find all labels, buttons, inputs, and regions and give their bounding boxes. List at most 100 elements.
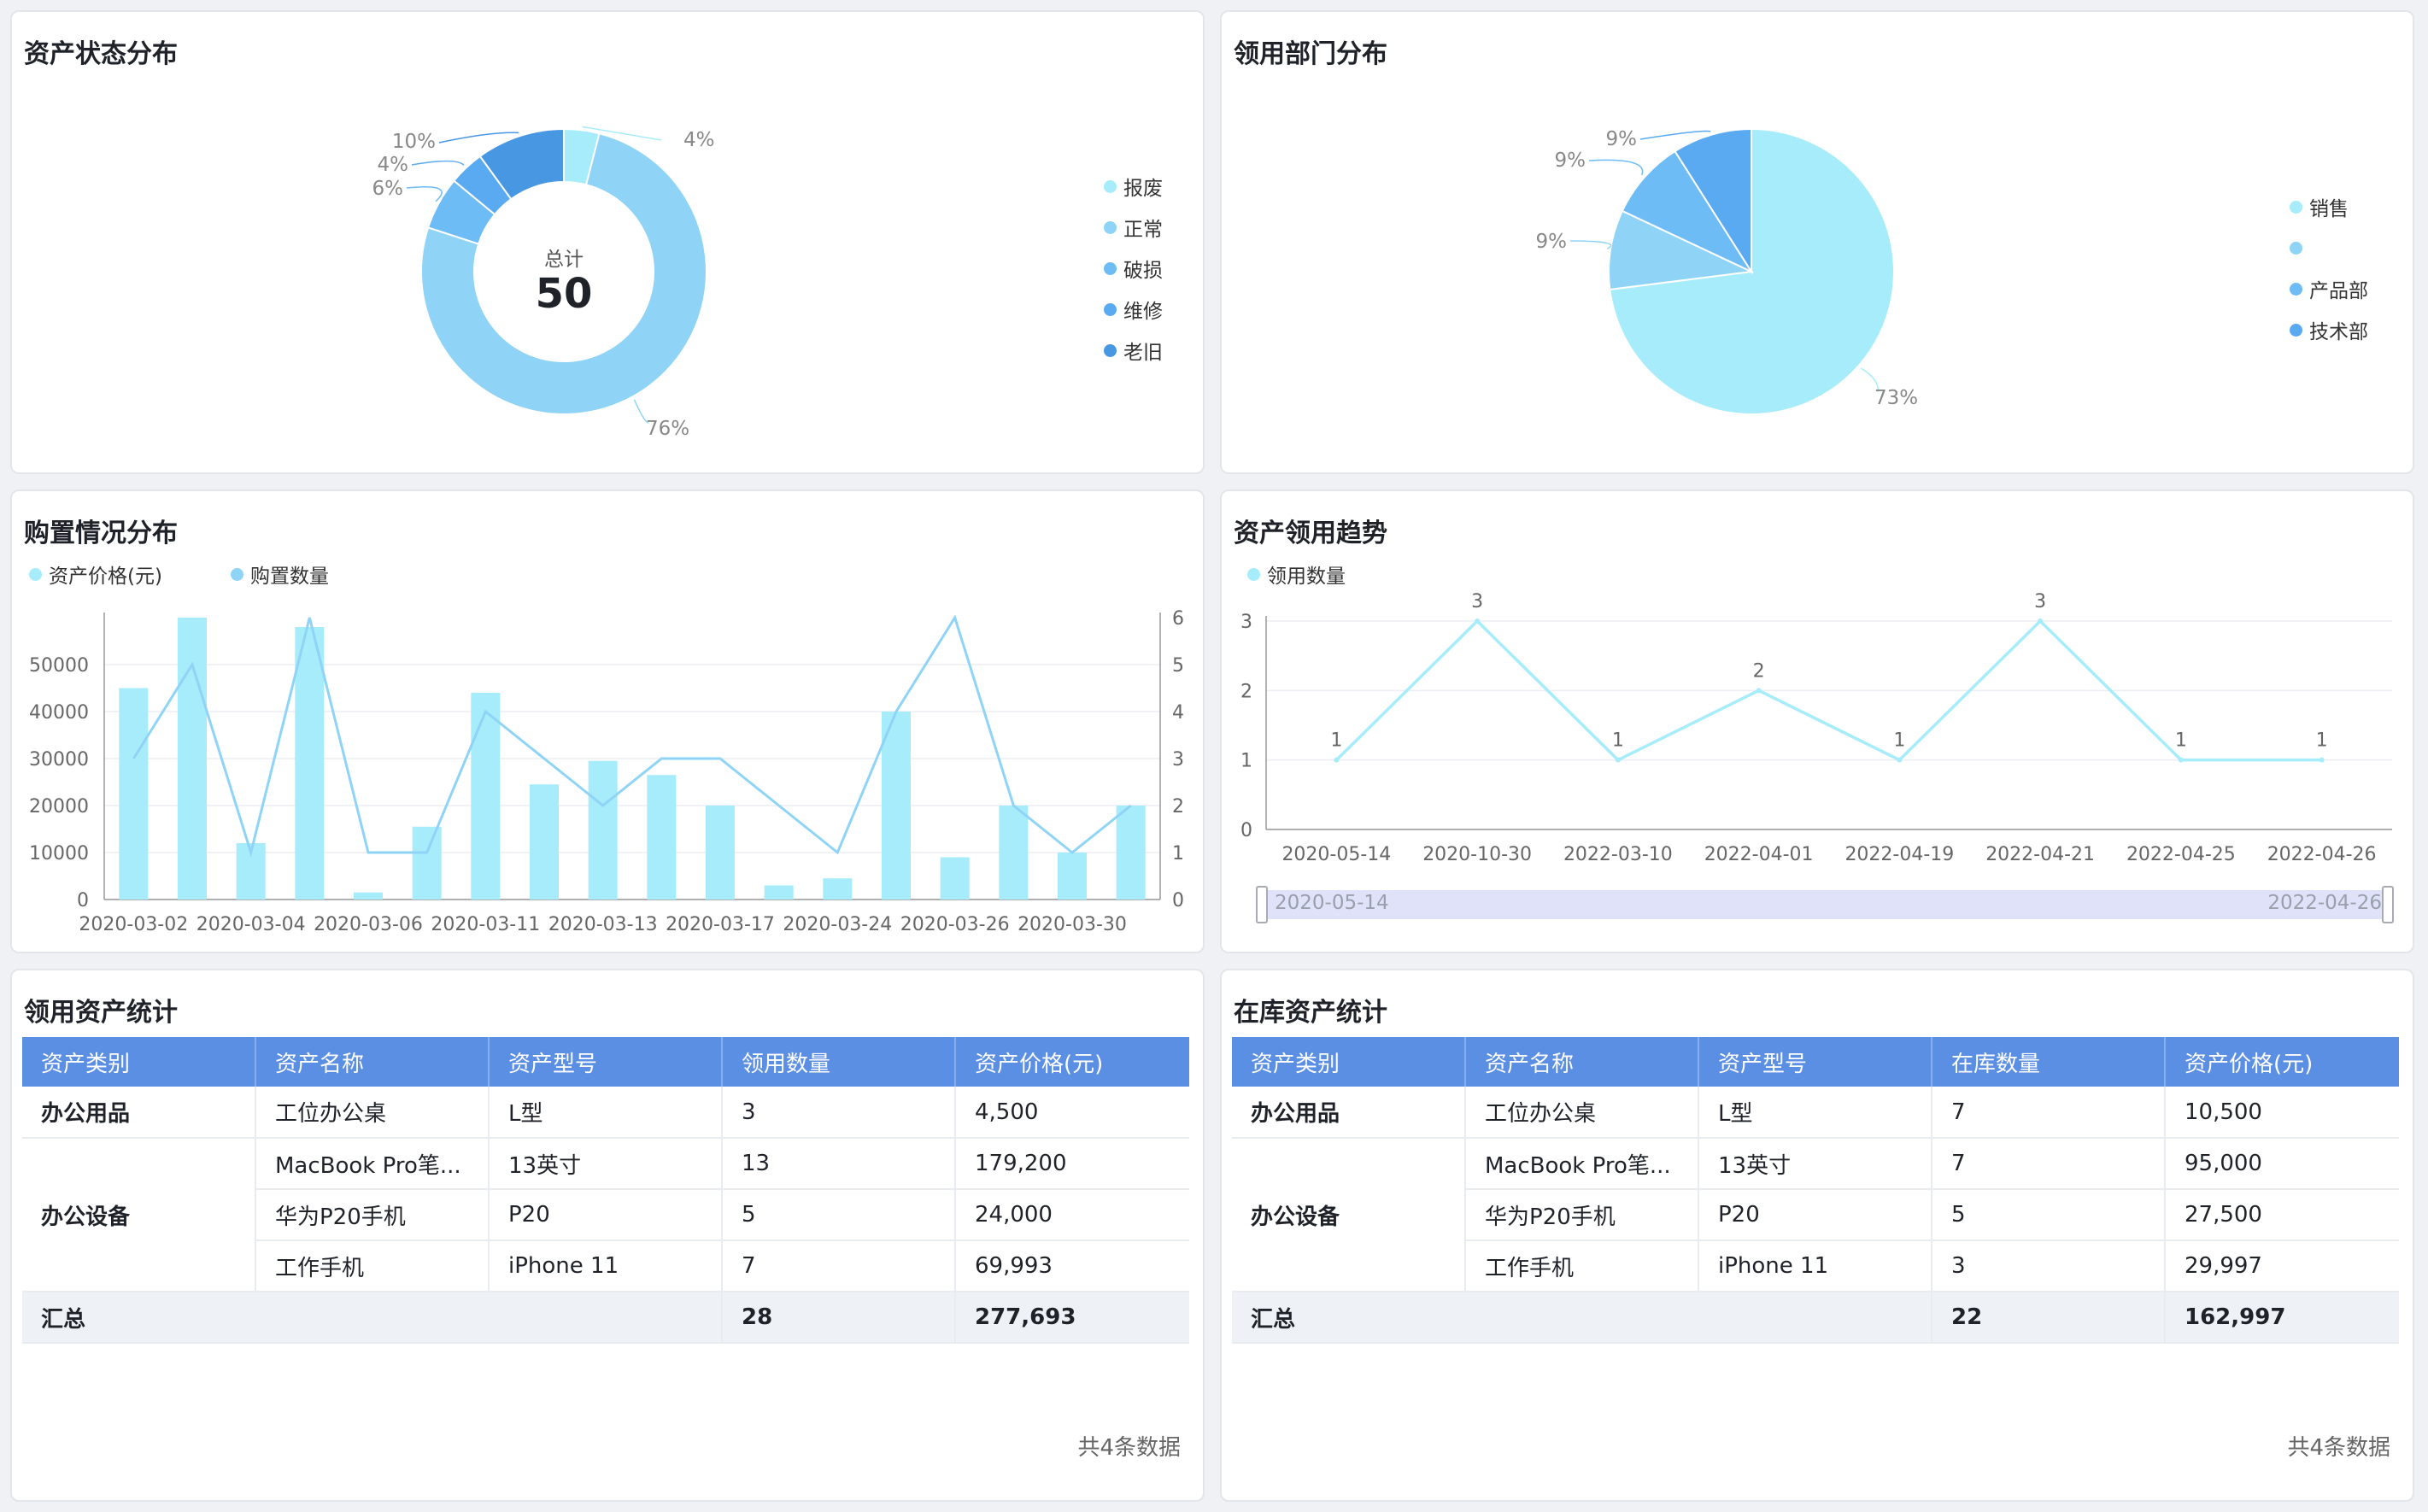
x-tick-label: 2022-04-01 [1704, 844, 1814, 865]
legend-item[interactable] [2290, 227, 2368, 268]
pie-data-label: 4% [378, 154, 409, 176]
data-point[interactable] [1615, 757, 1621, 763]
col-header[interactable]: 领用数量 [722, 1037, 956, 1087]
legend-item[interactable]: 维修 [1104, 289, 1163, 330]
col-header[interactable]: 资产型号 [489, 1037, 723, 1087]
x-tick-label: 2020-03-13 [548, 914, 658, 935]
cell-price: 27,500 [2165, 1189, 2399, 1241]
col-header[interactable]: 资产类别 [22, 1037, 256, 1087]
asset-status-donut-chart[interactable]: 4%76%6%4%10% [12, 12, 1205, 474]
purchase-combo-chart[interactable]: 0 10000 20000 30000 40000 50000 0 1 2 3 4 5 6 2020-03… [12, 491, 1205, 953]
legend-label: 破损 [1123, 260, 1163, 282]
pie-data-label: 76% [646, 418, 689, 440]
col-header[interactable]: 在库数量 [1932, 1037, 2166, 1087]
table-row[interactable]: 办公设备 MacBook Pro笔... 13英寸 7 95,000 [1232, 1138, 2399, 1292]
x-tick-label: 2022-04-26 [2267, 844, 2377, 865]
bar[interactable] [119, 688, 149, 900]
issued-table-count: 共4条数据 [1077, 1435, 1181, 1461]
y-left-tick-label: 20000 [29, 796, 89, 818]
cell-name: 工作手机 [1465, 1240, 1699, 1292]
cell-name: 工位办公桌 [1465, 1087, 1699, 1139]
legend-dot [1104, 220, 1117, 234]
col-header[interactable]: 资产型号 [1698, 1037, 1932, 1087]
cell-name: 工位办公桌 [255, 1087, 490, 1139]
bar[interactable] [1058, 853, 1087, 900]
col-header[interactable]: 资产价格(元) [2165, 1037, 2399, 1087]
bar[interactable] [588, 760, 618, 900]
zoom-slider-right-handle[interactable] [2382, 886, 2394, 923]
legend-item[interactable]: 破损 [1104, 248, 1163, 289]
x-tick-label: 2020-03-17 [666, 914, 775, 935]
cell-qty: 7 [1932, 1087, 2166, 1139]
legend-item[interactable]: 产品部 [2290, 268, 2368, 309]
data-point[interactable] [2038, 618, 2044, 624]
col-header[interactable]: 资产名称 [255, 1037, 490, 1087]
y-left-tick-label: 30000 [29, 749, 89, 771]
y-tick-label: 3 [1240, 612, 1252, 633]
data-label: 3 [1471, 591, 1483, 612]
data-point[interactable] [1475, 618, 1481, 624]
bar[interactable] [530, 784, 559, 900]
line-series [132, 614, 1132, 858]
bar[interactable] [940, 857, 970, 900]
legend-item[interactable]: 正常 [1104, 207, 1163, 248]
pie-data-label: 6% [372, 178, 404, 200]
bar[interactable] [354, 892, 383, 900]
zoom-slider-left-handle[interactable] [1256, 886, 1268, 923]
table-row[interactable]: 办公用品 工位办公桌 L型 7 10,500 [1232, 1087, 2399, 1139]
dept-pie-chart[interactable]: 73% 9% 9% 9% [1222, 12, 2414, 474]
col-header[interactable]: 资产名称 [1465, 1037, 1699, 1087]
cell-category: 办公设备 [1232, 1138, 1466, 1292]
data-label: 1 [1330, 730, 1342, 752]
x-tick-label: 2022-04-21 [1985, 844, 2095, 865]
bar[interactable] [471, 693, 501, 900]
data-label: 3 [2034, 591, 2046, 612]
cell-price: 29,997 [2165, 1240, 2399, 1292]
bar[interactable] [764, 885, 794, 900]
bar[interactable] [1116, 806, 1146, 900]
bar[interactable] [823, 878, 853, 900]
total-price: 162,997 [2165, 1292, 2399, 1344]
bar[interactable] [647, 775, 677, 900]
col-header[interactable]: 资产价格(元) [955, 1037, 1189, 1087]
legend-item[interactable]: 销售 [2290, 186, 2368, 227]
table-row[interactable]: 办公设备 MacBook Pro笔... 13英寸 13 179,200 [22, 1138, 1189, 1292]
table-row[interactable]: 办公用品 工位办公桌 L型 3 4,500 [22, 1087, 1189, 1139]
zoom-slider[interactable] [1261, 890, 2387, 919]
bar[interactable] [999, 806, 1029, 900]
y-left-tick-label: 40000 [29, 702, 89, 724]
data-point[interactable] [1897, 757, 1903, 763]
legend-item[interactable]: 技术部 [2290, 309, 2368, 350]
data-label: 1 [2175, 730, 2187, 752]
x-tick-label: 2020-05-14 [1281, 844, 1391, 865]
legend-dot [2290, 323, 2302, 337]
bar[interactable] [882, 712, 911, 900]
bar[interactable] [706, 806, 735, 900]
bar[interactable] [178, 618, 207, 900]
pie-data-label: 9% [1555, 149, 1586, 172]
x-tick-label: 2022-04-19 [1844, 844, 1954, 865]
legend-item[interactable]: 报废 [1104, 166, 1163, 207]
y-left-tick-label: 0 [77, 890, 89, 911]
cell-price: 69,993 [955, 1240, 1189, 1292]
trend-line-chart[interactable]: 0 1 2 3 1 3 1 2 1 3 1 1 2020-05-14 2020-10-30 2022-03-… [1222, 491, 2414, 953]
bar[interactable] [295, 627, 325, 900]
col-header[interactable]: 资产类别 [1232, 1037, 1466, 1087]
bar[interactable] [412, 826, 442, 900]
data-point[interactable] [1334, 757, 1340, 763]
data-label: 1 [2316, 730, 2328, 752]
asset-status-legend: 报废 正常 破损 维修 老旧 [1104, 166, 1163, 371]
pie-data-label: 9% [1536, 231, 1568, 253]
legend-item[interactable]: 老旧 [1104, 330, 1163, 371]
table-header-row: 资产类别 资产名称 资产型号 领用数量 资产价格(元) [22, 1037, 1189, 1087]
data-point[interactable] [2319, 757, 2325, 763]
cell-price: 95,000 [2165, 1138, 2399, 1190]
purchase-card: 购置情况分布 资产价格(元) 购置数量 0 10000 20000 30000 4000… [10, 489, 1205, 953]
cell-model: L型 [1698, 1087, 1932, 1139]
legend-label: 技术部 [2309, 321, 2368, 343]
data-point[interactable] [1756, 688, 1762, 694]
x-tick-label: 2020-10-30 [1422, 844, 1532, 865]
cell-qty: 7 [1932, 1138, 2166, 1190]
data-point[interactable] [2178, 757, 2184, 763]
legend-label: 老旧 [1123, 342, 1163, 364]
